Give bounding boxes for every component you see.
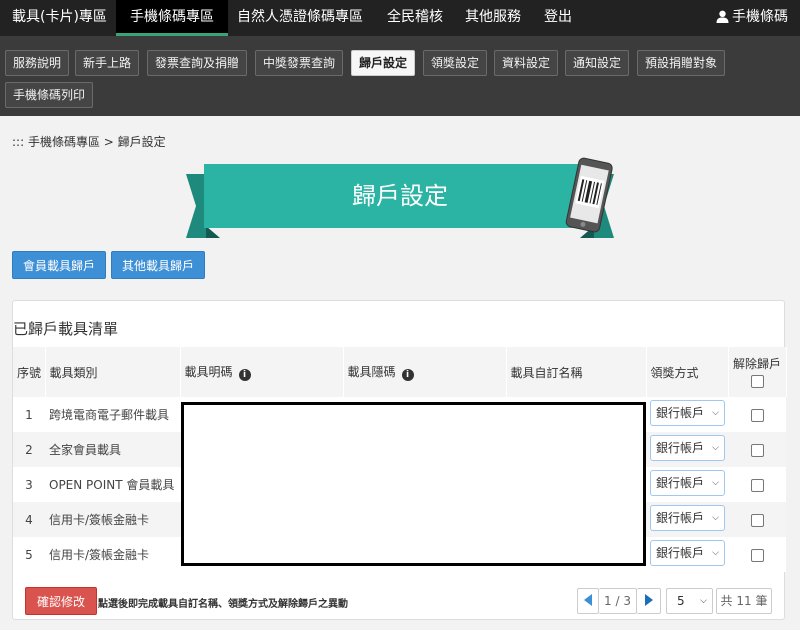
row-seq: 1: [13, 397, 45, 432]
row-prize-method-cell: 銀行帳戶 ⌵: [646, 537, 728, 572]
subnav-default-donation[interactable]: 預設捐贈對象: [637, 50, 726, 76]
row-remove-cell: [728, 432, 786, 467]
header-plain-code-label: 載具明碼: [184, 365, 233, 379]
redaction-box: [181, 402, 646, 566]
subnav-profile-settings[interactable]: 資料設定: [494, 50, 559, 76]
table-header-row: 序號 載具類別 載具明碼 i 載具隱碼 i 載具自訂名稱 領獎方式 解除歸戶: [13, 347, 787, 397]
prize-method-value: 銀行帳戶: [656, 406, 705, 420]
row-carrier-type: OPEN POINT 會員載具: [45, 467, 180, 502]
remove-checkbox[interactable]: [750, 513, 764, 527]
remove-checkbox[interactable]: [750, 548, 764, 562]
page-size-value: 5: [677, 594, 685, 608]
breadcrumb: ::: 手機條碼專區 > 歸戶設定: [12, 135, 166, 149]
total-count: 共 11 筆: [716, 588, 772, 614]
row-remove-cell: [728, 397, 786, 432]
page-title: 歸戶設定: [352, 182, 448, 210]
user-menu[interactable]: 手機條碼: [716, 0, 788, 36]
select-all-checkbox[interactable]: [750, 374, 764, 388]
row-seq: 5: [13, 537, 45, 572]
page-banner: 歸戶設定: [186, 157, 614, 240]
subnav-notification-settings[interactable]: 通知設定: [565, 50, 630, 76]
prev-page-button[interactable]: [577, 588, 599, 614]
row-prize-method-cell: 銀行帳戶 ⌵: [646, 397, 728, 432]
chevron-down-icon: ⌵: [712, 443, 719, 453]
row-seq: 3: [13, 467, 45, 502]
tab-other-carrier-assignment[interactable]: 其他載具歸戶: [111, 251, 206, 279]
info-icon[interactable]: i: [238, 369, 251, 381]
prize-method-select[interactable]: 銀行帳戶 ⌵: [650, 400, 725, 426]
remove-checkbox[interactable]: [750, 443, 764, 457]
header-remove-label: 解除歸戶: [732, 356, 781, 371]
prize-method-value: 銀行帳戶: [656, 511, 705, 525]
subnav-getting-started[interactable]: 新手上路: [75, 50, 140, 76]
user-icon: [716, 10, 729, 23]
chevron-down-icon: ⌵: [712, 513, 719, 523]
sub-navigation: 服務說明 新手上路 發票查詢及捐贈 中獎發票查詢 歸戶設定 領獎設定 資料設定 …: [0, 36, 800, 116]
subnav-winning-invoice-query[interactable]: 中獎發票查詢: [255, 50, 344, 76]
row-carrier-type: 信用卡/簽帳金融卡: [45, 537, 180, 572]
row-carrier-type: 跨境電商電子郵件載具: [45, 397, 180, 432]
row-seq: 4: [13, 502, 45, 537]
prize-method-value: 銀行帳戶: [656, 476, 705, 490]
row-remove-cell: [728, 537, 786, 572]
prize-method-select[interactable]: 銀行帳戶 ⌵: [650, 470, 725, 496]
arrow-right-icon: [644, 594, 653, 606]
chevron-down-icon: ⌵: [712, 548, 719, 558]
subnav-prize-settings[interactable]: 領獎設定: [423, 50, 488, 76]
panel-title: 已歸戶載具清單: [13, 320, 119, 338]
row-prize-method-cell: 銀行帳戶 ⌵: [646, 432, 728, 467]
header-seq: 序號: [13, 347, 46, 397]
nav-logout[interactable]: 登出: [534, 0, 582, 36]
remove-checkbox[interactable]: [750, 478, 764, 492]
nav-mobile-barcode-zone[interactable]: 手機條碼專區: [116, 0, 228, 36]
subnav-barcode-print[interactable]: 手機條碼列印: [5, 82, 94, 108]
remove-checkbox[interactable]: [750, 408, 764, 422]
nav-audit[interactable]: 全民稽核: [377, 0, 453, 36]
row-carrier-type: 全家會員載具: [45, 432, 180, 467]
prize-method-select[interactable]: 銀行帳戶 ⌵: [650, 540, 725, 566]
row-carrier-type: 信用卡/簽帳金融卡: [45, 502, 180, 537]
subnav-invoice-query-donation[interactable]: 發票查詢及捐贈: [147, 50, 248, 76]
page-size-select[interactable]: 5 ⌵: [666, 588, 713, 614]
subnav-service-description[interactable]: 服務說明: [5, 50, 70, 76]
info-icon[interactable]: i: [401, 369, 414, 381]
header-hidden-code: 載具隱碼 i: [343, 347, 507, 397]
row-seq: 2: [13, 432, 45, 467]
header-prize-method: 領獎方式: [646, 347, 729, 397]
chevron-down-icon: ⌵: [700, 596, 707, 606]
nav-citizen-certificate-zone[interactable]: 自然人憑證條碼專區: [227, 0, 373, 36]
barcode-phone-icon: [565, 157, 613, 233]
next-page-button[interactable]: [637, 588, 661, 614]
header-remove: 解除歸戶: [728, 347, 787, 397]
nav-carrier-card-zone[interactable]: 載具(卡片)專區: [2, 0, 117, 36]
prize-method-select[interactable]: 銀行帳戶 ⌵: [650, 435, 725, 461]
chevron-down-icon: ⌵: [712, 478, 719, 488]
confirm-button[interactable]: 確認修改: [25, 587, 98, 615]
arrow-left-icon: [584, 594, 592, 606]
row-remove-cell: [728, 502, 786, 537]
row-prize-method-cell: 銀行帳戶 ⌵: [646, 467, 728, 502]
prize-method-value: 銀行帳戶: [656, 546, 705, 560]
header-custom-name: 載具自訂名稱: [506, 347, 647, 397]
header-carrier-type: 載具類別: [45, 347, 181, 397]
chevron-down-icon: ⌵: [712, 408, 719, 418]
header-plain-code: 載具明碼 i: [180, 347, 344, 397]
page-indicator: 1 / 3: [599, 588, 637, 614]
header-hidden-code-label: 載具隱碼: [347, 365, 396, 379]
nav-other-services[interactable]: 其他服務: [455, 0, 531, 36]
top-navigation: 載具(卡片)專區 手機條碼專區 自然人憑證條碼專區 全民稽核 其他服務 登出 手…: [0, 0, 800, 36]
row-prize-method-cell: 銀行帳戶 ⌵: [646, 502, 728, 537]
confirm-hint: 點選後即完成載具自訂名稱、領獎方式及解除歸戶之異動: [98, 599, 348, 610]
prize-method-value: 銀行帳戶: [656, 441, 705, 455]
row-remove-cell: [728, 467, 786, 502]
user-label: 手機條碼: [732, 9, 788, 25]
prize-method-select[interactable]: 銀行帳戶 ⌵: [650, 505, 725, 531]
subnav-carrier-assignment[interactable]: 歸戶設定: [351, 50, 416, 76]
tab-member-carrier-assignment[interactable]: 會員載具歸戶: [12, 251, 107, 279]
